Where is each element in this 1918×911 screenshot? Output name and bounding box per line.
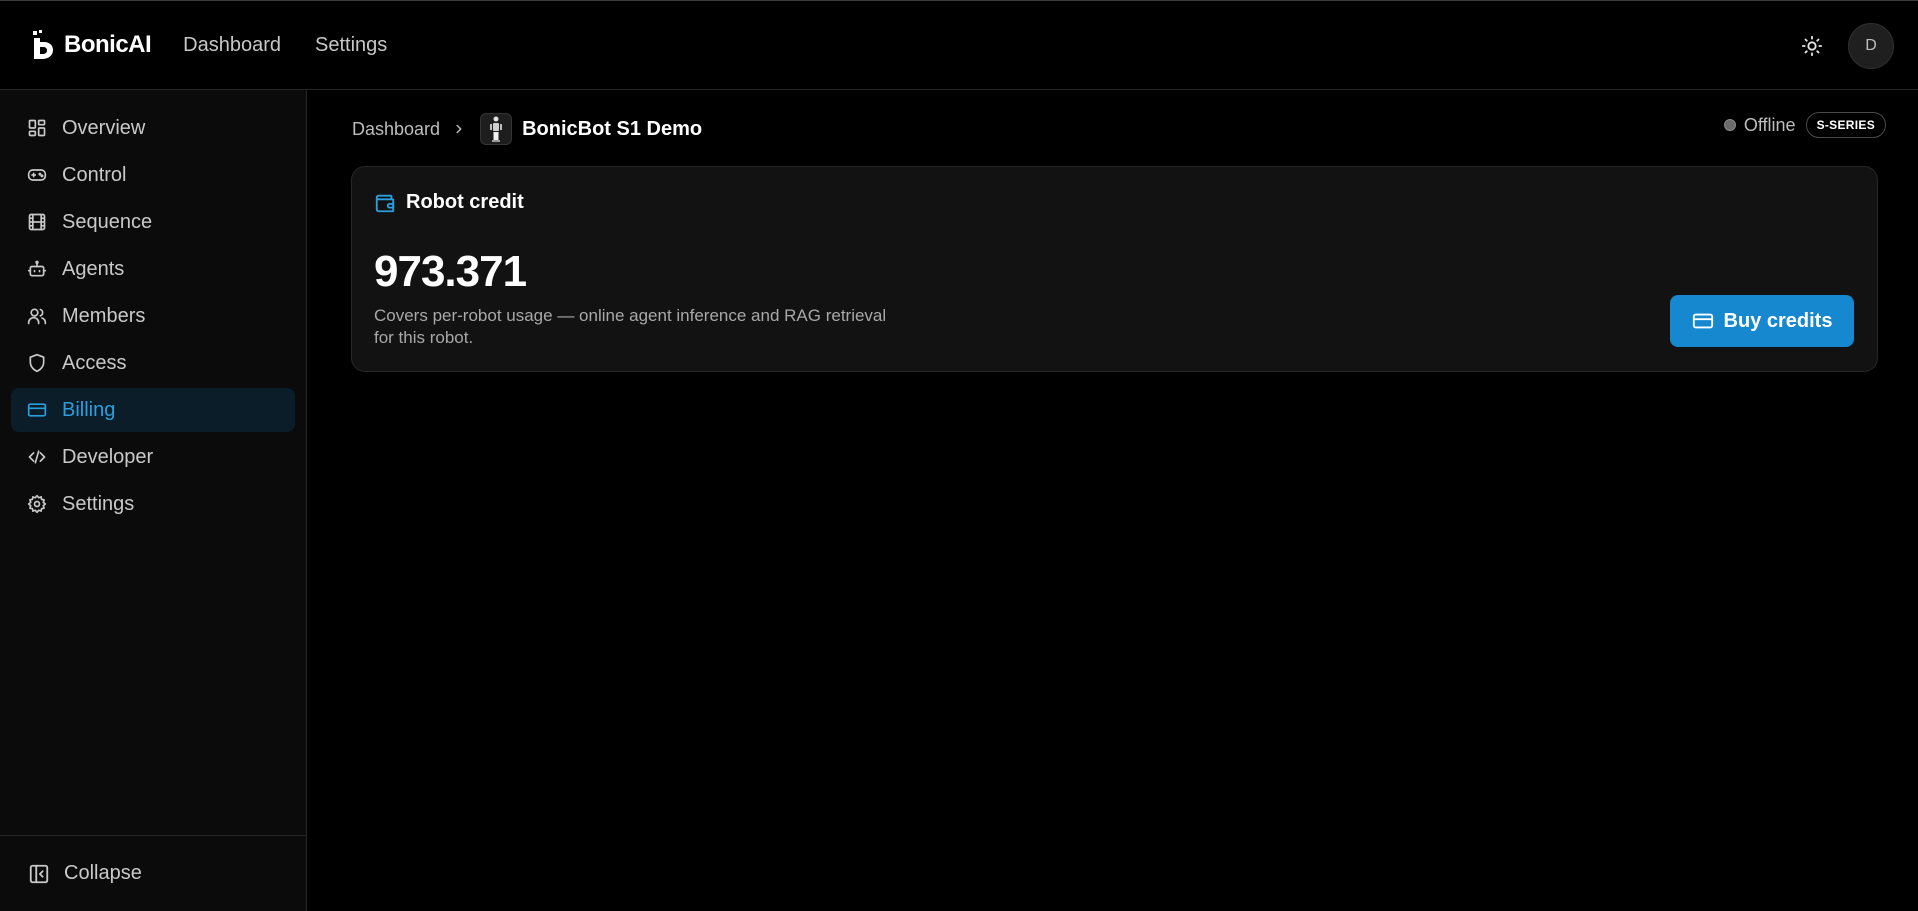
credit-description: Covers per-robot usage — online agent in… (374, 306, 887, 347)
buy-credits-label: Buy credits (1723, 309, 1833, 332)
breadcrumb: Dashboard BonicBot S1 Demo Offline S-SER… (352, 110, 1886, 148)
sidebar-item-label: Members (62, 304, 146, 327)
sidebar-item-control[interactable]: Control (11, 153, 295, 197)
sidebar-item-label: Sequence (62, 210, 153, 233)
sidebar-item-label: Control (62, 163, 127, 186)
sidebar-item-label: Access (62, 351, 127, 374)
film-icon (26, 211, 48, 233)
sidebar-item-settings[interactable]: Settings (11, 482, 295, 526)
status-indicator-dot (1723, 119, 1736, 131)
main-content: Dashboard BonicBot S1 Demo Offline S-SER… (308, 90, 1918, 911)
sidebar-item-label: Billing (62, 398, 116, 421)
gear-icon (26, 493, 48, 515)
breadcrumb-dashboard-link[interactable]: Dashboard (352, 119, 440, 140)
robot-credit-card: Robot credit 973.371 Covers per-robot us… (351, 166, 1878, 372)
header-actions: D (1794, 23, 1894, 69)
bonicai-logo-icon (33, 30, 53, 59)
collapse-label: Collapse (64, 862, 142, 884)
sidebar-item-developer[interactable]: Developer (11, 435, 295, 479)
sun-icon (1801, 35, 1823, 57)
credit-card-icon (1692, 310, 1714, 332)
series-badge: S-SERIES (1805, 112, 1886, 138)
status-text: Offline (1743, 114, 1796, 135)
chevron-right-icon (452, 122, 466, 136)
sidebar-item-agents[interactable]: Agents (11, 247, 295, 291)
sidebar-item-sequence[interactable]: Sequence (11, 200, 295, 244)
sidebar-item-members[interactable]: Members (11, 294, 295, 338)
sidebar-item-overview[interactable]: Overview (11, 106, 295, 150)
robot-figure-icon (490, 116, 503, 142)
sidebar-item-label: Agents (62, 257, 125, 280)
brand-name: BonicAI (64, 31, 152, 58)
avatar[interactable]: D (1848, 23, 1894, 69)
top-nav-dashboard[interactable]: Dashboard (183, 34, 281, 57)
collapse-button[interactable]: Collapse (0, 835, 306, 911)
shield-icon (26, 352, 48, 374)
users-icon (26, 305, 48, 327)
brand[interactable]: BonicAI (30, 25, 152, 65)
sidebar-item-access[interactable]: Access (11, 341, 295, 385)
robot-thumbnail (480, 113, 513, 145)
sidebar-item-label: Settings (62, 492, 135, 515)
credit-card-icon (26, 399, 48, 421)
wallet-icon (374, 192, 396, 214)
robot-status: Offline S-SERIES (1723, 112, 1886, 138)
card-header: Robot credit (374, 191, 524, 214)
breadcrumb-current-robot: BonicBot S1 Demo (522, 117, 703, 140)
credit-balance: 973.371 (374, 247, 527, 296)
sidebar: Overview Control Sequence Agents Members (0, 90, 307, 911)
sidebar-item-billing[interactable]: Billing (11, 388, 295, 432)
robot-icon (26, 258, 48, 280)
gamepad-icon (26, 164, 48, 186)
code-icon (26, 446, 48, 468)
card-title: Robot credit (406, 191, 524, 213)
sidebar-item-label: Overview (62, 116, 146, 139)
sidebar-list: Overview Control Sequence Agents Members (0, 90, 306, 526)
top-nav-settings[interactable]: Settings (315, 34, 387, 57)
top-nav: Dashboard Settings (183, 34, 387, 57)
theme-toggle-button[interactable] (1794, 28, 1830, 64)
buy-credits-button[interactable]: Buy credits (1670, 295, 1854, 347)
sidebar-collapse-icon (28, 863, 50, 885)
grid-icon (26, 117, 48, 139)
top-header: BonicAI Dashboard Settings D (0, 0, 1918, 90)
sidebar-item-label: Developer (62, 445, 154, 468)
